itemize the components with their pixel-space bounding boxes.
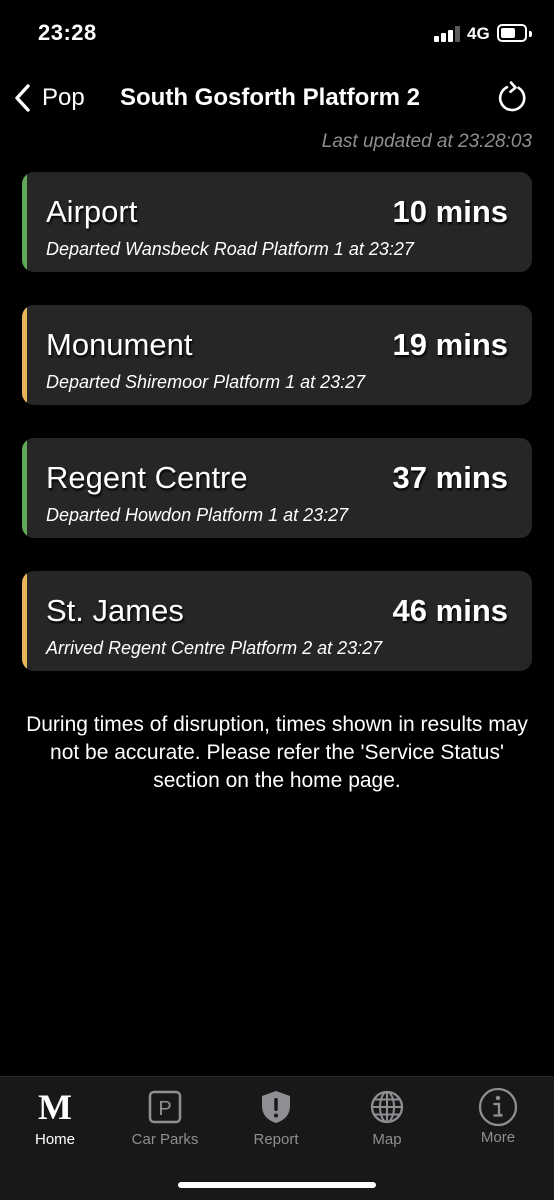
departure-card[interactable]: Monument 19 mins Departed Shiremoor Plat… xyxy=(22,305,532,405)
destination: Regent Centre xyxy=(46,460,248,495)
chevron-left-icon xyxy=(15,84,30,112)
navigation-bar: Pop South Gosforth Platform 2 xyxy=(0,74,554,122)
status-bar: 23:28 4G xyxy=(0,0,554,70)
battery-icon xyxy=(497,24,532,42)
page-title: South Gosforth Platform 2 xyxy=(120,84,420,111)
last-updated-text: Last updated at 23:28:03 xyxy=(321,131,532,152)
train-status: Departed Shiremoor Platform 1 at 23:27 xyxy=(46,372,366,392)
tab-report[interactable]: Report xyxy=(231,1089,321,1159)
line-color-stripe xyxy=(22,438,27,538)
train-status: Departed Howdon Platform 1 at 23:27 xyxy=(46,505,349,525)
line-color-stripe xyxy=(22,172,27,272)
departure-card[interactable]: Regent Centre 37 mins Departed Howdon Pl… xyxy=(22,438,532,538)
back-button[interactable]: Pop xyxy=(12,80,85,116)
parking-icon: P xyxy=(148,1090,182,1124)
tab-label: Report xyxy=(253,1131,299,1148)
network-type: 4G xyxy=(467,24,490,43)
arrival-time: 19 mins xyxy=(392,327,508,362)
info-icon xyxy=(478,1087,518,1127)
train-status: Departed Wansbeck Road Platform 1 at 23:… xyxy=(46,239,414,259)
line-color-stripe xyxy=(22,571,27,671)
metro-m-icon: M xyxy=(38,1087,72,1127)
departure-list: Airport 10 mins Departed Wansbeck Road P… xyxy=(22,172,532,704)
tab-label: Map xyxy=(372,1131,402,1148)
refresh-icon[interactable] xyxy=(494,78,530,118)
tab-home[interactable]: M Home xyxy=(10,1089,100,1159)
status-time: 23:28 xyxy=(38,20,97,45)
departure-card[interactable]: St. James 46 mins Arrived Regent Centre … xyxy=(22,571,532,671)
back-label: Pop xyxy=(42,84,85,111)
tab-car-parks[interactable]: P Car Parks xyxy=(120,1089,210,1159)
shield-alert-icon xyxy=(262,1091,290,1123)
tab-label: Home xyxy=(34,1131,75,1148)
arrival-time: 37 mins xyxy=(392,460,508,495)
tab-map[interactable]: Map xyxy=(342,1089,432,1159)
disruption-disclaimer: During times of disruption, times shown … xyxy=(26,713,528,792)
destination: St. James xyxy=(46,593,184,628)
arrival-time: 46 mins xyxy=(392,593,508,628)
line-color-stripe xyxy=(22,305,27,405)
arrival-time: 10 mins xyxy=(392,194,508,229)
tab-more[interactable]: More xyxy=(453,1087,543,1159)
tab-label: More xyxy=(480,1129,516,1146)
parking-letter: P xyxy=(158,1098,171,1120)
tab-label: Car Parks xyxy=(131,1131,199,1148)
destination: Monument xyxy=(46,327,193,362)
globe-icon xyxy=(370,1090,404,1124)
destination: Airport xyxy=(46,194,138,229)
signal-strength-icon xyxy=(434,26,464,42)
home-indicator[interactable] xyxy=(178,1182,376,1188)
departure-card[interactable]: Airport 10 mins Departed Wansbeck Road P… xyxy=(22,172,532,272)
train-status: Arrived Regent Centre Platform 2 at 23:2… xyxy=(46,638,383,658)
